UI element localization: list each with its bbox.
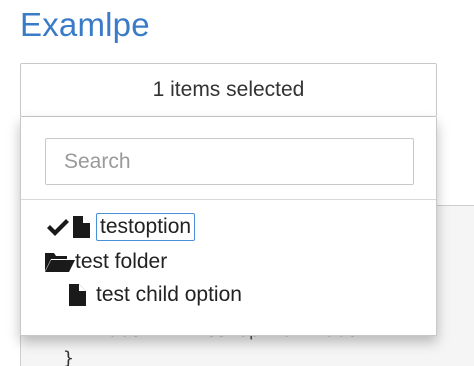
option-label: test child option <box>96 283 242 306</box>
option-test-child-option[interactable]: test child option <box>69 280 242 310</box>
search-input[interactable] <box>45 138 414 185</box>
folder-open-icon <box>45 251 75 273</box>
page-title: Examlpe <box>20 6 150 43</box>
option-test-folder[interactable]: test folder <box>45 247 167 277</box>
option-label: test folder <box>75 250 168 273</box>
option-label: testoption <box>96 213 196 241</box>
file-icon <box>69 284 86 306</box>
checkmark-icon <box>45 216 69 238</box>
search-container <box>21 117 436 200</box>
page: Examlpe label : "testoption label" } 1 i… <box>0 0 474 366</box>
multiselect-dropdown: testoption test folder test child option <box>20 117 437 336</box>
code-line: } <box>63 348 74 366</box>
selection-summary: 1 items selected <box>152 78 305 101</box>
option-testoption[interactable]: testoption <box>45 212 196 242</box>
multiselect-toggle-button[interactable]: 1 items selected <box>20 63 437 117</box>
file-icon <box>73 216 90 238</box>
